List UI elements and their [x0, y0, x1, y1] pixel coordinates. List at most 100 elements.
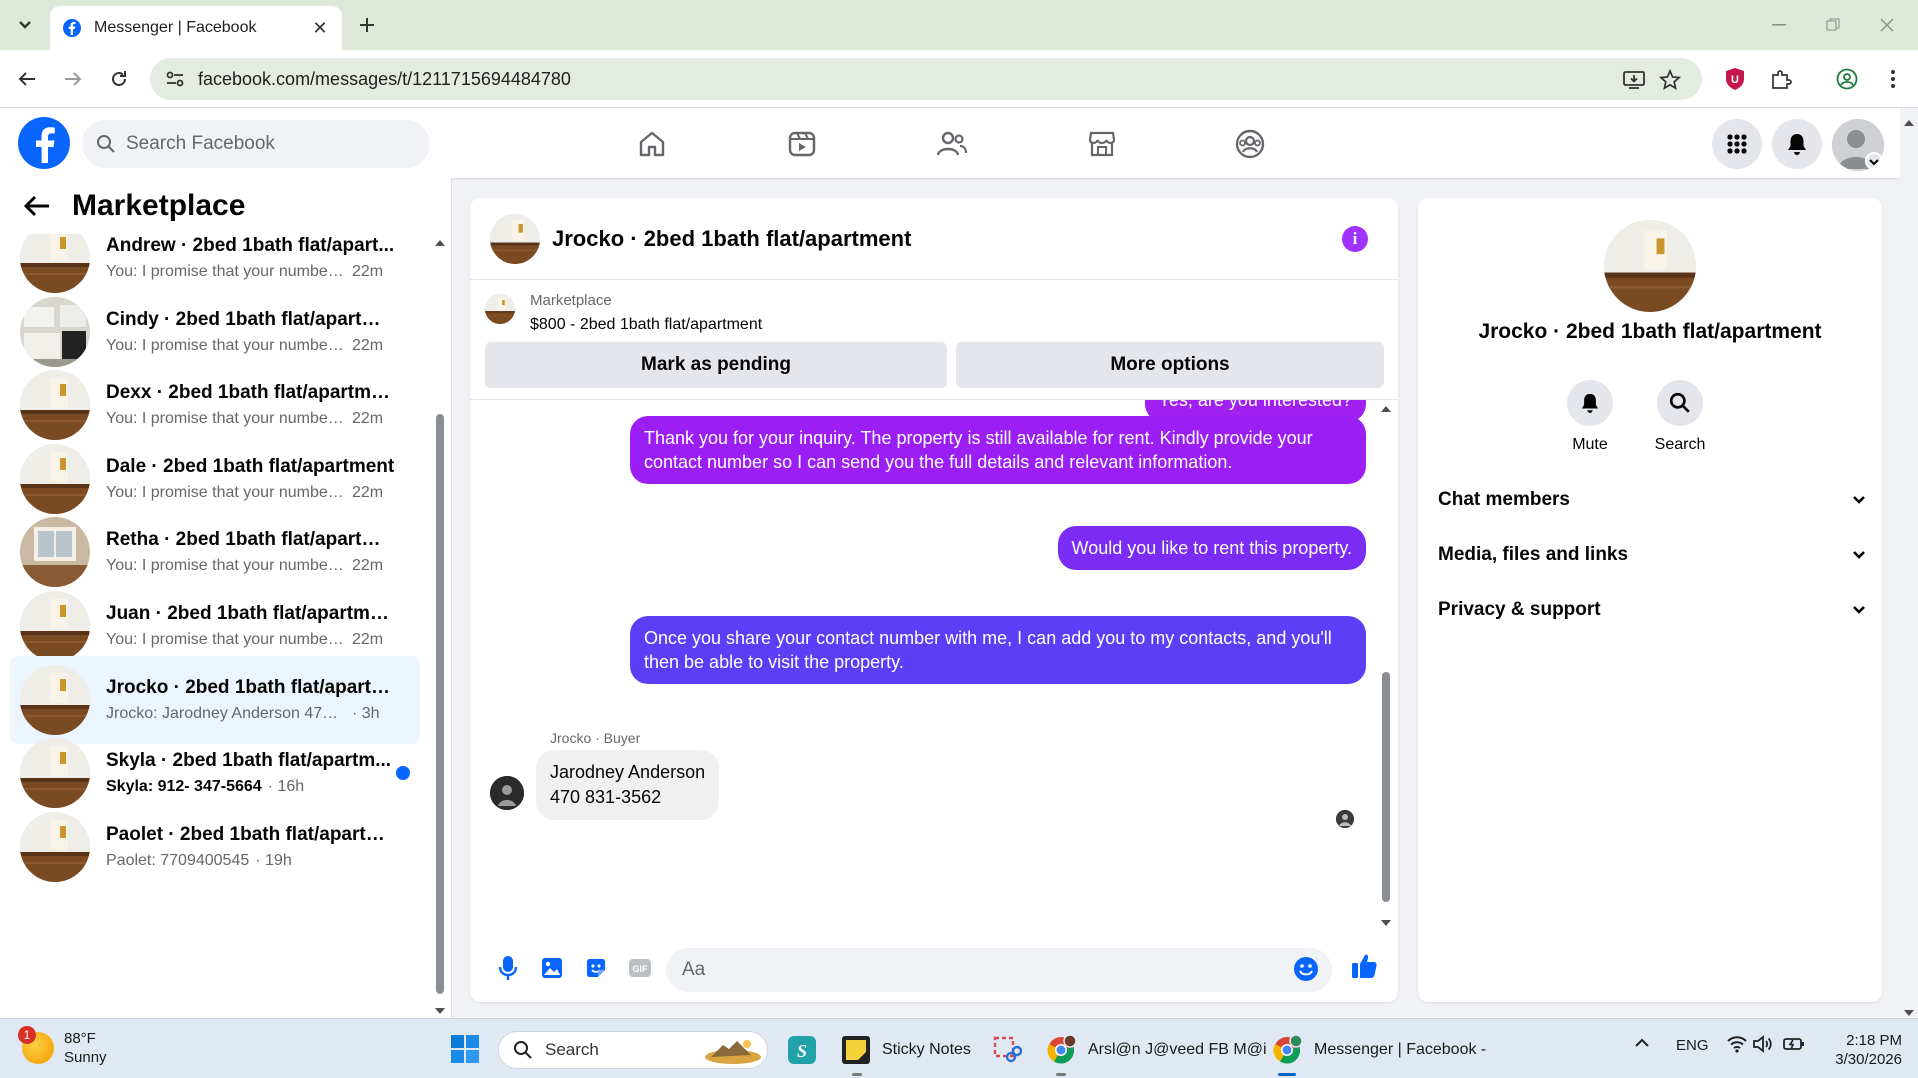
conversation-text: Dale · 2bed 1bath flat/apartment You: I p…	[106, 456, 396, 502]
network-status[interactable]	[1726, 1033, 1748, 1055]
chat-members-row[interactable]: Chat members	[1438, 480, 1866, 520]
scroll-down-arrow-icon[interactable]	[1378, 916, 1394, 930]
info-avatar[interactable]	[1604, 220, 1696, 312]
privacy-support-row[interactable]: Privacy & support	[1438, 590, 1866, 630]
search-action[interactable]: Search	[1640, 380, 1720, 454]
shield-icon: U	[1726, 68, 1744, 90]
listing-photo-icon	[20, 297, 90, 367]
chat-scroll-thumb[interactable]	[1382, 672, 1390, 902]
language-indicator[interactable]: ENG	[1676, 1037, 1709, 1054]
reload-button[interactable]	[104, 64, 134, 94]
puzzle-icon	[1772, 70, 1792, 89]
facebook-search-input[interactable]	[126, 133, 406, 155]
notifications-button[interactable]	[1772, 119, 1822, 169]
outgoing-message[interactable]: Thank you for your inquiry. The property…	[630, 416, 1366, 484]
sidebar-scrollbar[interactable]	[432, 234, 448, 1018]
forward-button[interactable]	[58, 64, 88, 94]
send-like-button[interactable]	[1350, 952, 1378, 980]
row-label: Media, files and links	[1438, 544, 1629, 565]
scroll-up-arrow-icon[interactable]	[1900, 114, 1918, 132]
listing-thumb[interactable]	[485, 294, 515, 324]
scroll-up-arrow-icon[interactable]	[1378, 402, 1394, 416]
minimize-window-button[interactable]	[1766, 12, 1792, 38]
restore-window-button[interactable]	[1820, 12, 1846, 38]
tab-search-menu-button[interactable]	[10, 10, 40, 40]
start-button[interactable]	[450, 1034, 480, 1064]
listing-title[interactable]: $800 - 2bed 1bath flat/apartment	[530, 316, 762, 334]
tab-close-icon[interactable]: ✕	[310, 18, 330, 38]
sender-avatar[interactable]	[490, 776, 524, 810]
info-icon[interactable]: i	[1342, 226, 1368, 252]
mute-button[interactable]	[1567, 380, 1613, 426]
nav-video[interactable]	[782, 124, 822, 164]
nav-home[interactable]	[632, 124, 672, 164]
battery-status[interactable]	[1782, 1033, 1806, 1055]
voice-clip-button[interactable]	[494, 954, 522, 982]
back-button[interactable]	[12, 64, 42, 94]
attach-photo-button[interactable]	[538, 954, 566, 982]
chevron-down-icon	[1853, 496, 1865, 504]
account-avatar-button[interactable]	[1832, 119, 1884, 171]
show-hidden-icons-button[interactable]	[1634, 1037, 1650, 1049]
taskbar-app-sticky-notes[interactable]: Sticky Notes	[842, 1031, 971, 1069]
back-arrow-icon[interactable]	[24, 195, 50, 217]
address-bar[interactable]: facebook.com/messages/t/1211715694484780	[150, 58, 1702, 100]
ublock-extension-button[interactable]: U	[1722, 66, 1748, 92]
close-window-button[interactable]	[1874, 12, 1900, 38]
scroll-down-arrow-icon[interactable]	[432, 1004, 448, 1018]
taskbar-app-chrome-profile-2[interactable]: Messenger | Facebook -	[1272, 1031, 1486, 1069]
install-app-button[interactable]	[1622, 68, 1646, 92]
windows-taskbar: 1 88°F Sunny Search S Sticky Notes Arsl@…	[0, 1018, 1918, 1078]
bookmark-star-button[interactable]	[1658, 68, 1682, 92]
chat-scrollbar[interactable]	[1378, 400, 1394, 934]
sidebar-header: Marketplace	[0, 178, 451, 234]
message-input[interactable]	[666, 948, 1332, 992]
volume-status[interactable]	[1752, 1033, 1774, 1055]
conversation-item[interactable]: Paolet · 2bed 1bath flat/apartme... Paole…	[10, 803, 420, 891]
conversation-name: Paolet · 2bed 1bath flat/apartme...	[106, 824, 396, 845]
outgoing-message[interactable]: Would you like to rent this property.	[1057, 526, 1366, 570]
gif-button[interactable]: GIF	[626, 954, 654, 982]
more-options-button[interactable]: More options	[956, 342, 1384, 388]
nav-marketplace[interactable]	[1082, 124, 1122, 164]
incoming-message[interactable]: Jarodney Anderson 470 831-3562	[536, 750, 720, 820]
avatar-icon	[1336, 810, 1354, 828]
scroll-up-arrow-icon[interactable]	[432, 236, 448, 250]
nav-friends[interactable]	[932, 124, 972, 164]
profile-button[interactable]	[1834, 66, 1860, 92]
emoji-button[interactable]	[1292, 955, 1320, 983]
chat-title[interactable]: Jrocko · 2bed 1bath flat/apartment	[552, 226, 911, 252]
browser-tab-active[interactable]: Messenger | Facebook ✕	[50, 6, 342, 50]
taskbar-app-pinned[interactable]: S	[788, 1031, 816, 1069]
system-clock[interactable]: 2:18 PM 3/30/2026	[1818, 1031, 1902, 1069]
search-in-conversation-button[interactable]	[1657, 380, 1703, 426]
taskbar-app-snipping[interactable]	[992, 1031, 1022, 1069]
weather-widget[interactable]: 1 88°F Sunny	[18, 1026, 107, 1067]
browser-menu-button[interactable]	[1880, 66, 1906, 92]
page-scrollbar[interactable]	[1900, 108, 1918, 1018]
media-files-links-row[interactable]: Media, files and links	[1438, 535, 1866, 575]
preview-time: 22m	[352, 337, 384, 354]
preview-text: Jrocko: Jarodney Anderson 470 83...	[106, 705, 346, 722]
chrome-icon	[1047, 1035, 1076, 1064]
taskbar-search[interactable]: Search	[498, 1031, 768, 1069]
new-tab-button[interactable]	[352, 10, 382, 40]
chevron-down-icon	[1853, 606, 1865, 614]
weather-temp: 88°F	[64, 1030, 96, 1047]
message-composer: GIF	[470, 934, 1398, 1002]
outgoing-message[interactable]: Once you share your contact number with …	[630, 616, 1366, 684]
sidebar-scroll-thumb[interactable]	[436, 414, 444, 994]
facebook-logo-icon[interactable]	[18, 117, 70, 169]
sticker-button[interactable]	[582, 954, 610, 982]
thumbs-up-icon	[1352, 954, 1377, 978]
taskbar-app-chrome-profile-1[interactable]: Arsl@n J@veed FB M@i	[1046, 1031, 1267, 1069]
nav-groups[interactable]	[1230, 124, 1270, 164]
mark-as-pending-button[interactable]: Mark as pending	[485, 342, 947, 388]
listing-kicker: Marketplace	[530, 292, 612, 309]
chat-avatar[interactable]	[490, 213, 540, 264]
mute-action[interactable]: Mute	[1550, 380, 1630, 454]
taskbar-app-label: Sticky Notes	[882, 1041, 971, 1058]
facebook-search-box[interactable]	[82, 120, 430, 168]
extensions-button[interactable]	[1768, 66, 1794, 92]
menu-grid-button[interactable]	[1712, 119, 1762, 169]
